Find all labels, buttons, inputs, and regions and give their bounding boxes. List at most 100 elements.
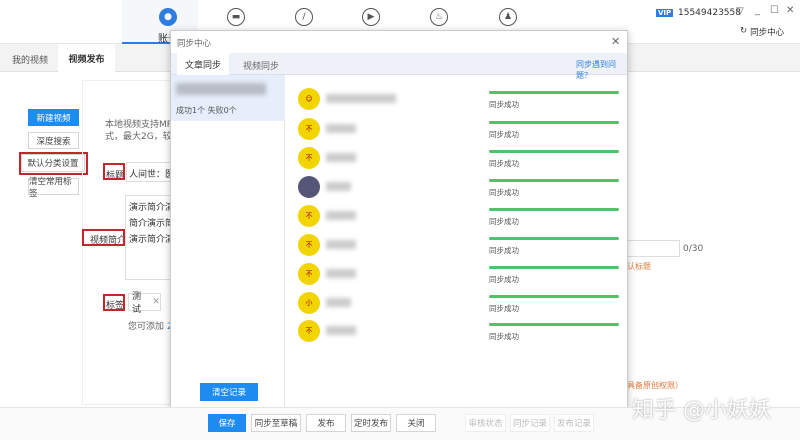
dialog-tab-bar: 文章同步 视频同步 同步遇到问题？ [171, 53, 627, 80]
watermark: 知乎 @小妖妖 [632, 398, 771, 423]
feather-icon[interactable]: / [295, 8, 313, 26]
blurred-name [326, 153, 356, 162]
orange-hint-2: 具备原创权限） [627, 381, 683, 390]
sync-row: 同步成功 [286, 173, 629, 201]
progress-bar [489, 237, 619, 240]
publish-records-button[interactable]: 发布记录 [554, 414, 594, 432]
sync-row: 不同步成功 [286, 202, 629, 230]
record-summary: 成功1个 失败0个 [176, 106, 237, 115]
account-avatar: ☺ [298, 88, 320, 110]
sync-row: 不同步成功 [286, 260, 629, 288]
title-input[interactable]: 人间世：医生 [126, 162, 176, 182]
review-status-button[interactable]: 审核状态 [465, 414, 506, 432]
sync-row: 不同步成功 [286, 317, 629, 345]
sync-status: 同步成功 [489, 100, 519, 109]
tag-hint-text: 您可添加 [128, 322, 165, 332]
progress-bar [489, 179, 619, 182]
sync-draft-button[interactable]: 同步至草稿 [251, 414, 301, 432]
sync-status: 同步成功 [489, 332, 519, 341]
refresh-icon: ↻ [740, 26, 748, 36]
sync-center-dialog: 同步中心 ✕ 文章同步 视频同步 同步遇到问题？ 成功1个 失败0个 清空记录 … [170, 30, 628, 408]
sync-row: 不同步成功 [286, 144, 629, 172]
intro-line: 简介演示简介 [129, 219, 174, 229]
blurred-name [326, 124, 356, 133]
sync-row: 小同步成功 [286, 289, 629, 317]
save-button[interactable]: 保存 [208, 414, 246, 432]
user-icon[interactable]: ● [159, 8, 177, 26]
sync-status: 同步成功 [489, 217, 519, 226]
sync-records-button[interactable]: 同步记录 [510, 414, 550, 432]
sync-row: 不同步成功 [286, 231, 629, 259]
highlight-box [103, 294, 125, 311]
sync-status: 同步成功 [489, 246, 519, 255]
sync-status: 同步成功 [489, 304, 519, 313]
record-item[interactable]: 成功1个 失败0个 [171, 75, 285, 121]
intro-line: 演示简介演示 [129, 235, 174, 245]
monitor-icon[interactable]: ▬ [227, 8, 245, 26]
blurred-name [326, 326, 356, 335]
clear-records-button[interactable]: 清空记录 [200, 383, 258, 401]
phone-number: 15549423558 [678, 8, 741, 18]
char-counter: 0/30 [683, 244, 704, 254]
tag-text: 测试 [132, 292, 142, 315]
highlight-box [19, 152, 88, 175]
sync-status: 同步成功 [489, 159, 519, 168]
account-avatar: 不 [298, 320, 320, 342]
close-icon[interactable]: ✕ [611, 35, 620, 48]
blurred-name [326, 94, 396, 103]
progress-bar [489, 121, 619, 124]
account-avatar: 小 [298, 292, 320, 314]
deep-search-button[interactable]: 深度搜索 [28, 132, 79, 149]
tab-article-sync[interactable]: 文章同步 [177, 53, 229, 75]
blurred-name [326, 298, 351, 307]
blurred-name [326, 240, 356, 249]
progress-bar [489, 91, 619, 94]
close-button[interactable]: 关闭 [396, 414, 436, 432]
progress-bar [489, 208, 619, 211]
record-list: 成功1个 失败0个 清空记录 [171, 75, 285, 408]
sync-status: 同步成功 [489, 188, 519, 197]
tag-chip[interactable]: 测试 ✕ [128, 292, 161, 315]
clear-tags-button[interactable]: 清空常用标签 [28, 177, 79, 199]
publish-button[interactable]: 发布 [306, 414, 346, 432]
account-avatar: 不 [298, 147, 320, 169]
maximize-icon[interactable]: ☐ [770, 5, 779, 16]
orange-hint-1: 认标题 [627, 262, 651, 271]
blurred-name [326, 182, 351, 191]
person-icon[interactable]: ♟ [499, 8, 517, 26]
new-video-button[interactable]: 新建视频 [28, 109, 79, 126]
progress-bar [489, 323, 619, 326]
intro-line: 演示简介演示 [129, 203, 174, 213]
highlight-box [82, 229, 125, 246]
sync-row: 不同步成功 [286, 115, 629, 143]
account-avatar: 不 [298, 263, 320, 285]
sync-center-button[interactable]: ↻ 同步中心 [740, 26, 784, 38]
sync-row: ☺ 同步成功 [286, 85, 629, 113]
progress-bar [489, 150, 619, 153]
vip-badge: VIP [656, 9, 674, 17]
blurred-title [176, 83, 266, 95]
intro-textarea[interactable]: 演示简介演示 简介演示简介 演示简介演示 [125, 195, 175, 280]
tab-video-publish[interactable]: 视频发布 [58, 44, 115, 72]
sync-results: ☺ 同步成功 不同步成功 不同步成功 同步成功 不同步成功 不同步成功 不同步成功… [286, 75, 629, 408]
schedule-publish-button[interactable]: 定时发布 [351, 414, 391, 432]
tab-my-videos[interactable]: 我的视频 [12, 53, 48, 66]
remove-tag-icon[interactable]: ✕ [152, 297, 160, 307]
account-avatar: 不 [298, 118, 320, 140]
progress-bar [489, 295, 619, 298]
blurred-name [326, 211, 356, 220]
highlight-box [103, 163, 125, 180]
minimize-icon[interactable]: _ [755, 5, 760, 16]
sync-status: 同步成功 [489, 130, 519, 139]
dropdown-icon[interactable]: ▽ [736, 6, 744, 17]
tab-video-sync[interactable]: 视频同步 [243, 59, 279, 72]
progress-bar [489, 266, 619, 269]
account-avatar: 不 [298, 205, 320, 227]
dialog-title: 同步中心 [177, 39, 212, 49]
play-icon[interactable]: ▶ [362, 8, 380, 26]
account-avatar [298, 176, 320, 198]
close-icon[interactable]: ✕ [786, 5, 794, 16]
fire-icon[interactable]: ♨ [430, 8, 448, 26]
sync-center-label: 同步中心 [750, 28, 785, 38]
account-avatar: 不 [298, 234, 320, 256]
